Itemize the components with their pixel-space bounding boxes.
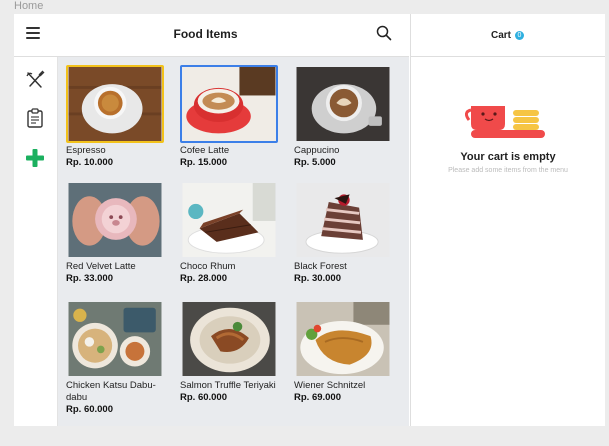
search-icon[interactable] [376, 25, 392, 41]
food-price: Rp. 33.000 [66, 273, 113, 284]
food-card-cappucino[interactable]: Cappucino Rp. 5.000 [294, 65, 398, 169]
plus-icon[interactable] [24, 147, 46, 169]
food-name: Cappucino [294, 145, 340, 156]
food-image-red-velvet-latte [66, 181, 164, 259]
food-card-chicken-katsu[interactable]: Chicken Katsu Dabu-dabu Rp. 60.000 [66, 300, 170, 416]
food-price: Rp. 5.000 [294, 157, 336, 168]
food-price: Rp. 30.000 [294, 273, 341, 284]
food-card-black-forest[interactable]: Black Forest Rp. 30.000 [294, 181, 398, 285]
food-card-espresso[interactable]: Espresso Rp. 10.000 [66, 65, 170, 169]
food-price: Rp. 10.000 [66, 157, 113, 168]
menu-panel: Food Items Espresso Rp. 10.000 Cofee Lat… [14, 14, 409, 426]
cart-header: Cart 0 [411, 14, 605, 57]
food-price: Rp. 60.000 [180, 392, 227, 403]
food-name: Black Forest [294, 261, 347, 272]
food-card-cofee-latte[interactable]: Cofee Latte Rp. 15.000 [180, 65, 284, 169]
food-name: Cofee Latte [180, 145, 230, 156]
cart-title: Cart [491, 30, 512, 41]
food-image-choco-rhum [180, 181, 278, 259]
food-image-cappucino [294, 65, 392, 143]
food-price: Rp. 60.000 [66, 404, 113, 415]
top-bar: Food Items [14, 14, 409, 57]
food-image-cofee-latte [180, 65, 278, 143]
food-price: Rp. 28.000 [180, 273, 227, 284]
food-name: Choco Rhum [180, 261, 236, 272]
food-name: Red Velvet Latte [66, 261, 136, 272]
empty-cart-title: Your cart is empty [460, 151, 556, 163]
app-window: Food Items Espresso Rp. 10.000 Cofee Lat… [14, 14, 605, 426]
breadcrumb-home[interactable]: Home [14, 0, 43, 12]
food-grid: Espresso Rp. 10.000 Cofee Latte Rp. 15.0… [58, 57, 409, 426]
food-card-salmon-truffle-teriyaki[interactable]: Salmon Truffle Teriyaki Rp. 60.000 [180, 300, 284, 404]
clipboard-icon[interactable] [24, 107, 46, 129]
food-name: Espresso [66, 145, 106, 156]
food-image-black-forest [294, 181, 392, 259]
side-nav [14, 57, 58, 426]
food-image-wiener-schnitzel [294, 300, 392, 378]
food-name: Chicken Katsu Dabu-dabu [66, 380, 156, 403]
food-image-espresso [66, 65, 164, 143]
empty-cart-illustration [464, 100, 551, 144]
food-image-chicken-katsu [66, 300, 164, 378]
food-price: Rp. 69.000 [294, 392, 341, 403]
cart-count-badge: 0 [515, 31, 524, 40]
food-card-choco-rhum[interactable]: Choco Rhum Rp. 28.000 [180, 181, 284, 285]
utensils-icon[interactable] [24, 69, 46, 91]
cart-panel: Cart 0 Your cart is empty Please add som… [410, 14, 605, 426]
page-title: Food Items [173, 27, 238, 41]
empty-cart-subtitle: Please add some items from the menu [448, 167, 568, 174]
food-card-wiener-schnitzel[interactable]: Wiener Schnitzel Rp. 69.000 [294, 300, 398, 404]
food-price: Rp. 15.000 [180, 157, 227, 168]
food-card-red-velvet-latte[interactable]: Red Velvet Latte Rp. 33.000 [66, 181, 170, 285]
food-name: Wiener Schnitzel [294, 380, 366, 391]
food-image-salmon-truffle-teriyaki [180, 300, 278, 378]
food-name: Salmon Truffle Teriyaki [180, 380, 276, 391]
